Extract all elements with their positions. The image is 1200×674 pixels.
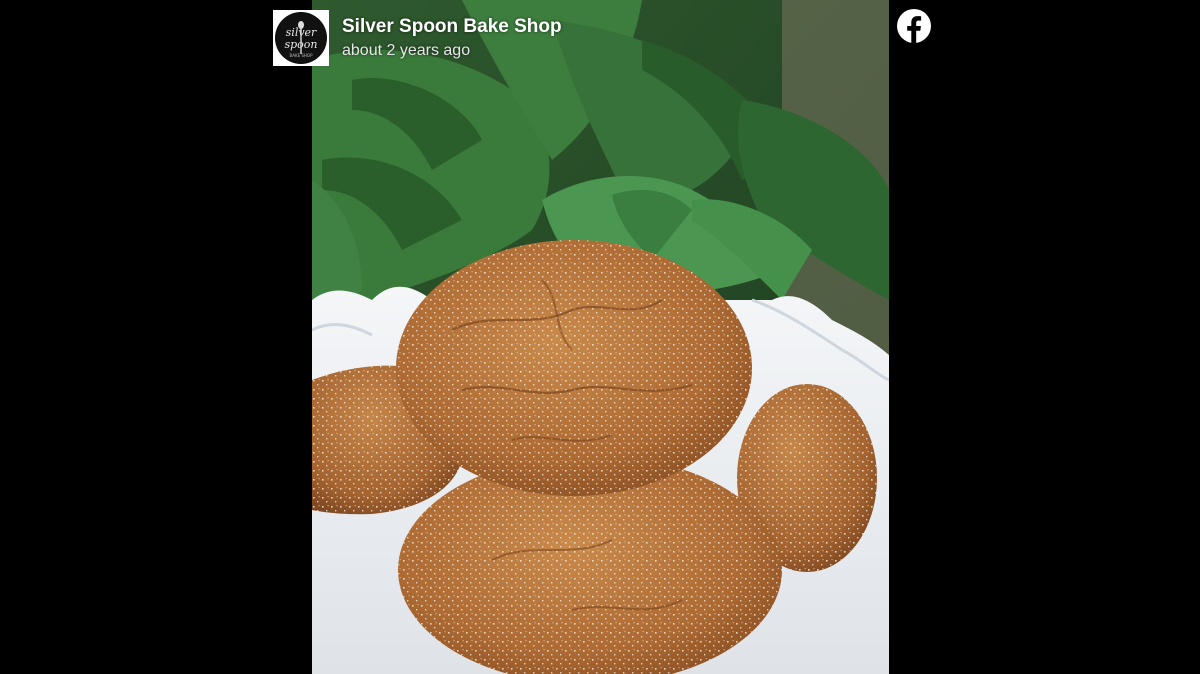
page-avatar[interactable]: silver spoon BAKE SHOP <box>273 10 329 66</box>
post-meta: Silver Spoon Bake Shop about 2 years ago <box>342 10 562 62</box>
post-timestamp[interactable]: about 2 years ago <box>342 40 562 62</box>
page-name-link[interactable]: Silver Spoon Bake Shop <box>342 16 562 38</box>
facebook-icon[interactable] <box>897 9 931 43</box>
post-header: silver spoon BAKE SHOP Silver Spoon Bake… <box>273 10 562 66</box>
photo-viewer: silver spoon BAKE SHOP Silver Spoon Bake… <box>0 0 1200 674</box>
silver-spoon-logo-icon: silver spoon BAKE SHOP <box>275 12 327 64</box>
svg-text:BAKE SHOP: BAKE SHOP <box>289 53 313 58</box>
cookie-photo-illustration <box>312 0 889 674</box>
post-photo[interactable] <box>312 0 889 674</box>
